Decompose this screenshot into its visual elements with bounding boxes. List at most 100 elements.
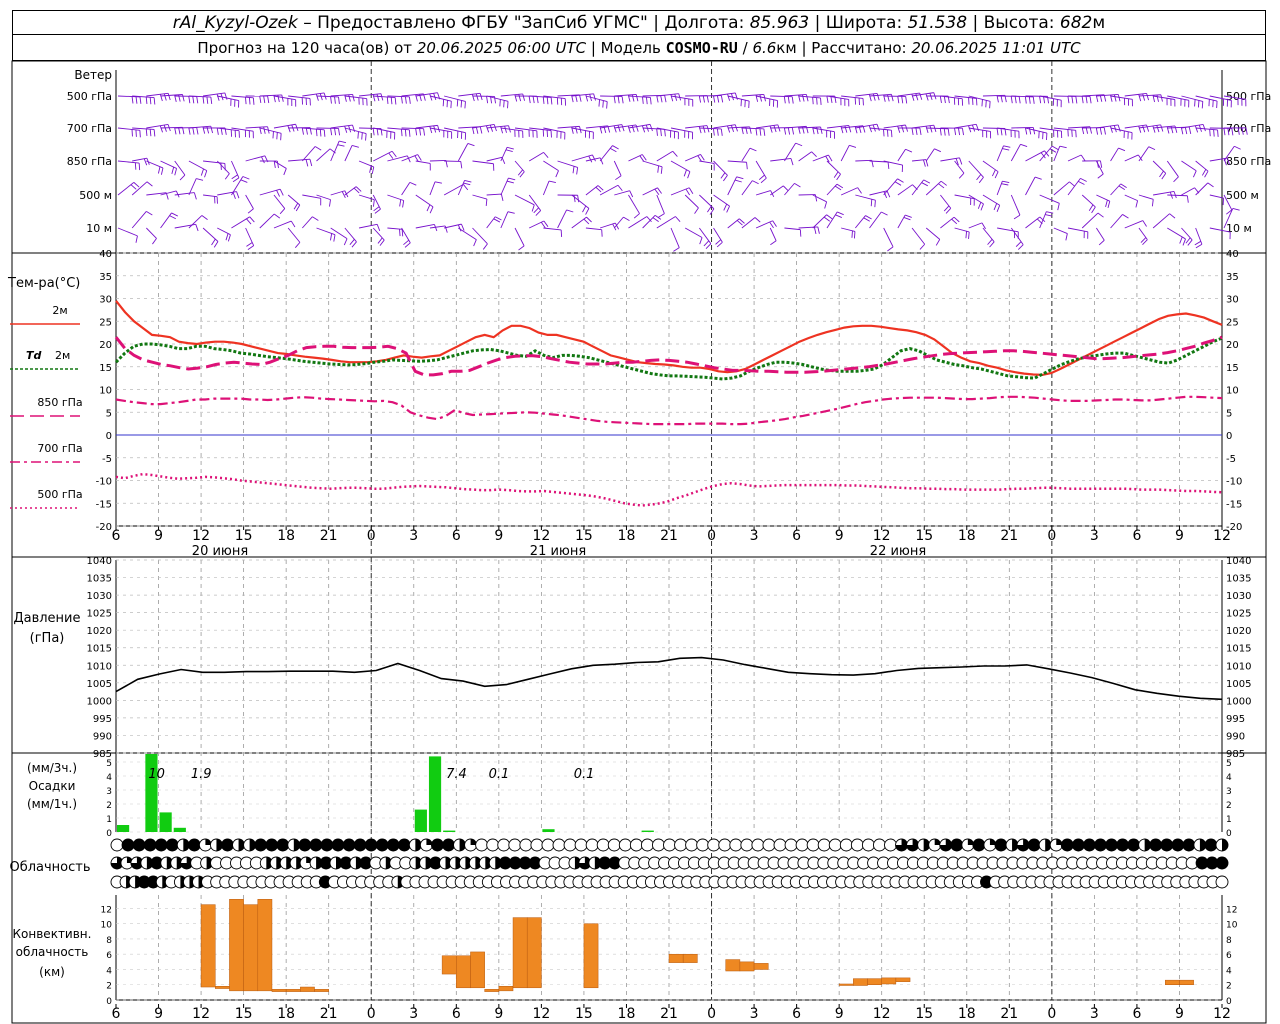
convective-bar (285, 989, 301, 992)
wind-barb-icon (741, 217, 761, 229)
wind-barb-icon (1195, 127, 1219, 137)
time-tick-label: 6 (792, 528, 801, 544)
wind-barb-icon (982, 194, 1001, 212)
wind-barb-icon (897, 214, 912, 229)
wind-barb-icon (684, 227, 703, 245)
precip-tick-left: 3 (106, 787, 112, 797)
wind-barb-icon (585, 185, 604, 196)
cloud-cover-circle-icon (353, 838, 367, 852)
wind-barb-icon (259, 94, 284, 103)
precip-tick-right: 0 (1226, 829, 1232, 839)
wind-barb-icon (500, 127, 524, 138)
cloud-cover-circle-icon (497, 838, 511, 852)
cloud-cover-circle-icon (740, 838, 754, 852)
cloudiness-panel: Облачность (9, 838, 1229, 889)
wind-barb-icon (542, 180, 556, 196)
wind-barb-icon (188, 95, 213, 105)
convective-bar (229, 899, 244, 992)
precip-bar (428, 756, 442, 832)
wind-barb-icon (840, 187, 862, 196)
cloud-cover-circle-icon (1105, 838, 1118, 852)
wind-barb-icon (1082, 160, 1103, 168)
cloud-cover-circle-icon (928, 838, 942, 852)
wind-barb-icon (911, 227, 926, 250)
conv-tick-left: 2 (106, 982, 112, 992)
cloud-cover-circle-icon (342, 838, 356, 852)
pressure-tick-left: 1035 (87, 574, 112, 585)
cloud-cover-circle-icon (674, 838, 687, 852)
temp-legend-label: 700 гПа (37, 442, 82, 455)
wind-barb-icon (925, 148, 942, 162)
time-tick-label: 3 (1090, 528, 1099, 544)
convective-bar (838, 983, 854, 986)
precip-tick-right: 4 (1226, 773, 1232, 783)
time-tick-label: 0 (707, 528, 716, 544)
cloud-cover-circle-icon (198, 838, 212, 852)
wind-title: Ветер (74, 68, 112, 82)
convective-bar (314, 989, 329, 992)
pressure-tick-left: 1010 (87, 661, 112, 672)
wind-barb-icon (174, 127, 199, 135)
temp-tick-left: 30 (99, 295, 112, 306)
time-tick-label: 15 (915, 1006, 933, 1022)
wind-barb-icon (316, 227, 336, 242)
cloud-cover-circle-icon (983, 838, 997, 852)
convective-bar (498, 986, 514, 992)
conv-tick-right: 0 (1226, 997, 1232, 1007)
time-tick-label: 3 (750, 528, 759, 544)
precip-bar (414, 809, 427, 832)
wind-barb-icon (216, 160, 230, 180)
time-tick-label: 18 (958, 528, 976, 544)
cloud-cover-circle-icon (817, 838, 831, 852)
wind-barb-icon (174, 223, 199, 232)
precip-bar (443, 830, 456, 832)
wind-level-label-left: 850 гПа (67, 155, 112, 168)
time-tick-label: 0 (367, 528, 376, 544)
wind-barb-icon (486, 125, 511, 134)
wind-barb-icon (1095, 160, 1104, 179)
wind-barb-icon (642, 187, 662, 196)
wind-barb-icon (1152, 213, 1176, 229)
conv-tick-left: 6 (106, 951, 112, 961)
cloud-cover-circle-icon (530, 838, 544, 852)
convective-bar (583, 923, 599, 989)
convective-bar (512, 917, 528, 989)
wind-barb-icon (557, 194, 580, 203)
time-tick-label: 21 (1000, 528, 1018, 544)
convective-bar (1165, 979, 1180, 985)
wind-barb-icon (202, 227, 219, 248)
cloud-cover-circle-icon (1071, 838, 1085, 852)
pressure-tick-right: 1010 (1226, 661, 1251, 672)
wind-barb-icon (117, 160, 141, 171)
temp-tick-left: 35 (99, 272, 112, 283)
temp-tick-left: 25 (99, 317, 112, 328)
wind-barb-icon (826, 211, 844, 229)
wind-barb-icon (203, 194, 218, 204)
conv-tick-right: 8 (1226, 936, 1232, 946)
wind-barb-icon (373, 127, 396, 140)
precip-bar (159, 812, 172, 832)
wind-barb-icon (656, 194, 665, 218)
pressure-tick-left: 1030 (87, 591, 112, 602)
precip-unit-3h: (мм/3ч.) (27, 761, 77, 775)
wind-barb-icon (784, 227, 802, 237)
wind-barb-icon (784, 93, 809, 102)
pressure-tick-left: 1015 (87, 644, 112, 655)
pressure-tick-right: 1035 (1226, 574, 1251, 585)
wind-barb-icon (628, 95, 652, 105)
wind-level-label-left: 500 м (79, 189, 112, 202)
precip-tick-left: 0 (106, 829, 112, 839)
precip-sum-label: 7.4 (446, 767, 467, 782)
wind-barb-icon (755, 160, 767, 184)
wind-barb-icon (500, 211, 515, 229)
wind-barb-icon (217, 127, 240, 138)
wind-barb-icon (585, 227, 603, 237)
cloud-cover-circle-icon (442, 838, 455, 852)
wind-barb-icon (613, 216, 630, 229)
temp-tick-left: 5 (106, 408, 112, 419)
pressure-tick-left: 990 (93, 731, 112, 742)
wind-barb-icon (1039, 95, 1062, 108)
precip-bar (542, 829, 555, 832)
convective-bar (271, 989, 287, 992)
wind-barb-icon (287, 194, 301, 212)
